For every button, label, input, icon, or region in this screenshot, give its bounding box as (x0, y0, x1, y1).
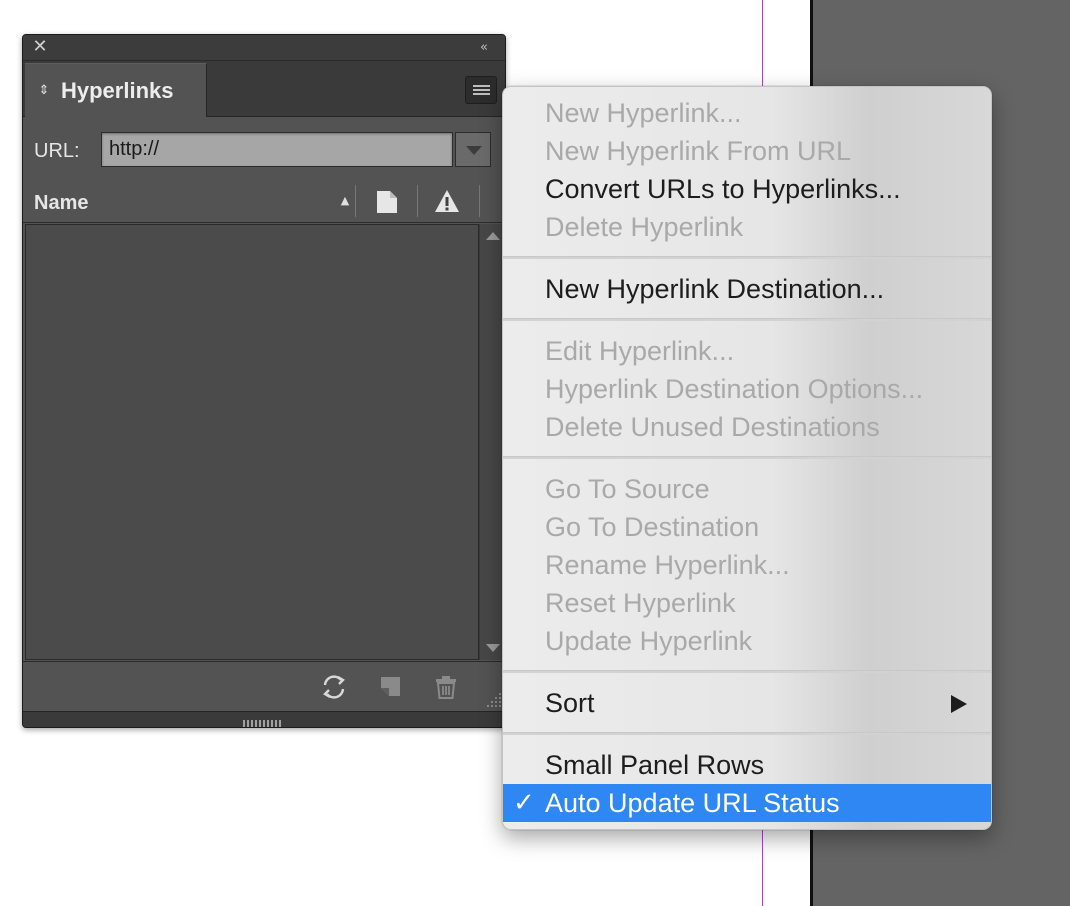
menu-item-reset-hyperlink[interactable]: Reset Hyperlink (503, 584, 991, 622)
menu-item-go-to-source[interactable]: Go To Source (503, 470, 991, 508)
column-header-name[interactable]: Name (34, 191, 88, 215)
checkmark-icon: ✓ (513, 788, 535, 818)
url-dropdown-button[interactable] (455, 132, 491, 167)
tab-label: Hyperlinks (61, 78, 174, 103)
menu-item-go-to-destination[interactable]: Go To Destination (503, 508, 991, 546)
menu-item-auto-update-url-status[interactable]: ✓ Auto Update URL Status (503, 784, 991, 822)
menu-item-edit-hyperlink[interactable]: Edit Hyperlink... (503, 332, 991, 370)
close-icon[interactable]: ✕ (31, 38, 49, 56)
menu-separator (503, 670, 991, 673)
grip-icon[interactable] (243, 715, 283, 727)
menu-item-new-hyperlink[interactable]: New Hyperlink... (503, 94, 991, 132)
column-divider[interactable] (417, 185, 418, 217)
panel-bottom-grip[interactable] (23, 711, 505, 727)
trash-icon[interactable] (431, 672, 461, 702)
menu-separator (503, 256, 991, 259)
menu-item-convert-urls[interactable]: Convert URLs to Hyperlinks... (503, 170, 991, 208)
menu-item-new-destination[interactable]: New Hyperlink Destination... (503, 270, 991, 308)
column-divider[interactable] (479, 185, 480, 217)
chevron-down-icon (466, 146, 482, 155)
expand-collapse-icon[interactable]: ⇕ (37, 80, 51, 102)
panel-titlebar[interactable]: ✕ « (23, 35, 505, 61)
new-hyperlink-icon[interactable] (376, 672, 406, 702)
sort-ascending-icon[interactable]: ▲ (337, 193, 353, 209)
menu-separator (503, 456, 991, 459)
scroll-up-icon[interactable] (486, 232, 500, 240)
hamburger-menu-icon[interactable] (465, 76, 497, 104)
menu-item-sort[interactable]: Sort (503, 684, 991, 722)
menu-separator (503, 318, 991, 321)
submenu-arrow-icon (951, 695, 967, 713)
tab-hyperlinks[interactable]: ⇕ Hyperlinks (25, 63, 207, 117)
url-input[interactable]: http:// (101, 132, 453, 167)
panel-footer (23, 661, 505, 711)
double-chevron-left-icon[interactable]: « (473, 39, 493, 57)
list-header: Name ▲ (23, 177, 505, 223)
tabstrip: ⇕ Hyperlinks (23, 61, 505, 117)
refresh-icon[interactable] (319, 672, 349, 702)
menu-item-destination-options[interactable]: Hyperlink Destination Options... (503, 370, 991, 408)
menu-item-delete-unused-destinations[interactable]: Delete Unused Destinations (503, 408, 991, 446)
scroll-down-icon[interactable] (486, 644, 500, 652)
menu-item-rename-hyperlink[interactable]: Rename Hyperlink... (503, 546, 991, 584)
menu-item-delete-hyperlink[interactable]: Delete Hyperlink (503, 208, 991, 246)
menu-item-new-hyperlink-from-url[interactable]: New Hyperlink From URL (503, 132, 991, 170)
hyperlinks-panel: ✕ « ⇕ Hyperlinks URL: http:// Name ▲ (22, 34, 506, 728)
column-divider[interactable] (355, 185, 356, 217)
warning-icon[interactable] (433, 188, 461, 214)
resize-handle-icon[interactable] (485, 691, 503, 709)
url-row: URL: http:// (23, 117, 505, 169)
hyperlink-list[interactable] (25, 224, 479, 660)
menu-item-small-panel-rows[interactable]: Small Panel Rows (503, 746, 991, 784)
panel-context-menu: New Hyperlink... New Hyperlink From URL … (502, 86, 992, 830)
page-icon[interactable] (376, 190, 398, 214)
menu-item-update-hyperlink[interactable]: Update Hyperlink (503, 622, 991, 660)
url-label: URL: (34, 140, 80, 162)
menu-separator (503, 732, 991, 735)
